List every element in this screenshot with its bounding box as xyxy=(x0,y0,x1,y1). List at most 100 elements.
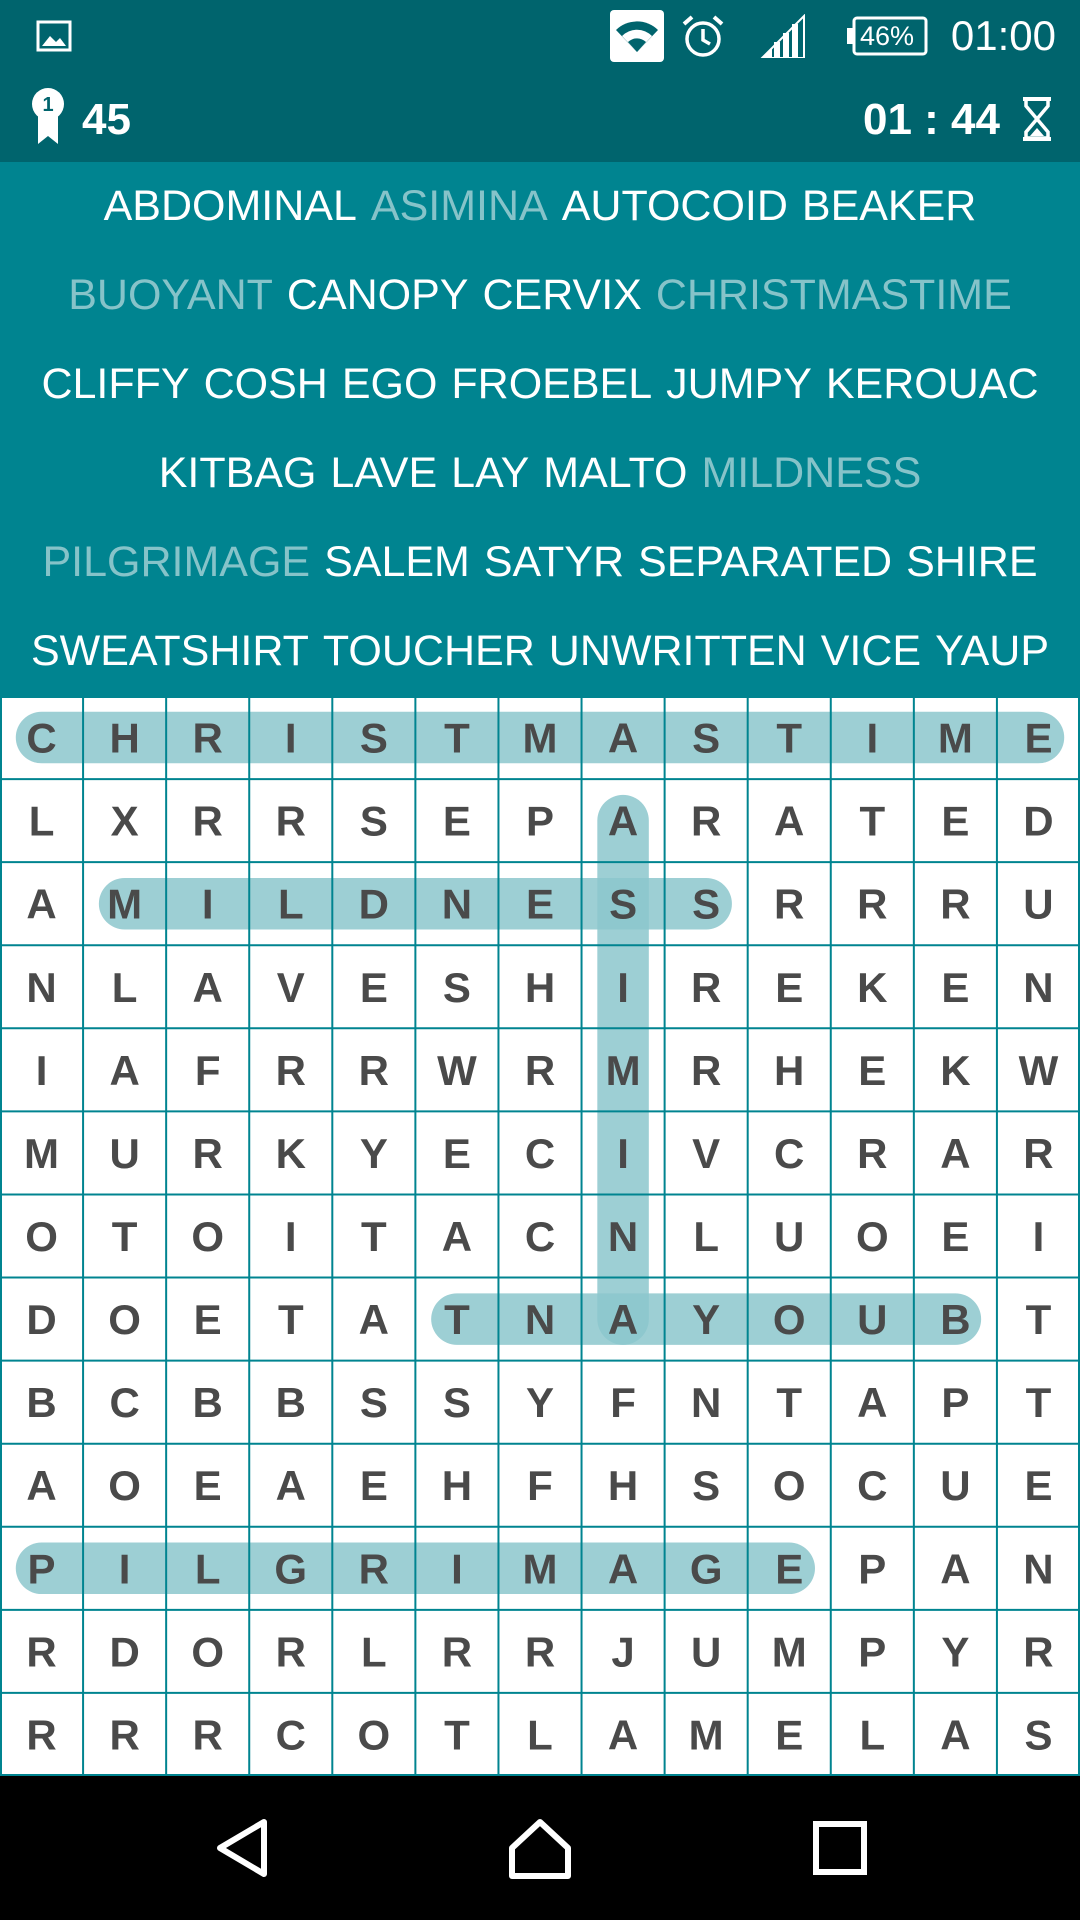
grid-letter[interactable]: X xyxy=(111,798,139,845)
grid-letter[interactable]: T xyxy=(361,1213,387,1260)
grid-letter[interactable]: D xyxy=(1023,798,1053,845)
grid-letter[interactable]: E xyxy=(941,1213,969,1260)
grid-letter[interactable]: I xyxy=(36,1047,48,1094)
grid-letter[interactable]: H xyxy=(109,715,139,762)
grid-letter[interactable]: A xyxy=(608,715,638,762)
grid-letter[interactable]: R xyxy=(276,1628,306,1675)
grid-letter[interactable]: R xyxy=(691,798,721,845)
grid-letter[interactable]: E xyxy=(941,798,969,845)
grid-letter[interactable]: E xyxy=(443,1130,471,1177)
grid-letter[interactable]: S xyxy=(692,715,720,762)
grid-letter[interactable]: M xyxy=(523,715,558,762)
grid-letter[interactable]: T xyxy=(1026,1296,1052,1343)
grid-letter[interactable]: A xyxy=(940,1711,970,1758)
grid-letter[interactable]: M xyxy=(523,1545,558,1592)
grid-letter[interactable]: N xyxy=(26,964,56,1011)
grid-letter[interactable]: S xyxy=(360,715,388,762)
grid-letter[interactable]: I xyxy=(119,1545,131,1592)
grid-letter[interactable]: U xyxy=(857,1296,887,1343)
grid-letter[interactable]: C xyxy=(525,1130,555,1177)
grid-letter[interactable]: D xyxy=(109,1628,139,1675)
grid-letter[interactable]: A xyxy=(608,1296,638,1343)
grid-letter[interactable]: K xyxy=(857,964,887,1011)
back-icon[interactable] xyxy=(206,1812,278,1884)
grid-letter[interactable]: A xyxy=(940,1130,970,1177)
grid-letter[interactable]: K xyxy=(940,1047,970,1094)
grid-letter[interactable]: R xyxy=(857,881,887,928)
grid-letter[interactable]: A xyxy=(26,881,56,928)
grid-letter[interactable]: J xyxy=(611,1628,634,1675)
grid-letter[interactable]: I xyxy=(617,964,629,1011)
grid-letter[interactable]: L xyxy=(527,1711,553,1758)
grid-letter[interactable]: R xyxy=(525,1628,555,1675)
grid-letter[interactable]: V xyxy=(692,1130,720,1177)
grid-letter[interactable]: N xyxy=(691,1379,721,1426)
grid-letter[interactable]: H xyxy=(525,964,555,1011)
grid-letter[interactable]: W xyxy=(437,1047,477,1094)
grid-letter[interactable]: R xyxy=(26,1711,56,1758)
grid-letter[interactable]: A xyxy=(608,1545,638,1592)
grid-letter[interactable]: E xyxy=(443,798,471,845)
grid-letter[interactable]: S xyxy=(609,881,637,928)
grid-letter[interactable]: F xyxy=(195,1047,221,1094)
grid-letter[interactable]: N xyxy=(525,1296,555,1343)
grid-letter[interactable]: L xyxy=(112,964,138,1011)
grid-letter[interactable]: R xyxy=(691,1047,721,1094)
grid-letter[interactable]: A xyxy=(608,798,638,845)
grid-letter[interactable]: F xyxy=(610,1379,636,1426)
grid-letter[interactable]: S xyxy=(443,964,471,1011)
grid-letter[interactable]: D xyxy=(359,881,389,928)
grid-letter[interactable]: A xyxy=(940,1545,970,1592)
grid-letter[interactable]: B xyxy=(26,1379,56,1426)
grid-letter[interactable]: L xyxy=(29,798,55,845)
grid-letter[interactable]: C xyxy=(276,1711,306,1758)
grid-letter[interactable]: M xyxy=(606,1047,641,1094)
grid-letter[interactable]: I xyxy=(1033,1213,1045,1260)
grid-letter[interactable]: M xyxy=(689,1711,724,1758)
grid-letter[interactable]: Y xyxy=(941,1628,969,1675)
grid-letter[interactable]: R xyxy=(193,1711,223,1758)
grid-letter[interactable]: O xyxy=(108,1462,141,1509)
grid-letter[interactable]: E xyxy=(941,964,969,1011)
grid-letter[interactable]: E xyxy=(360,964,388,1011)
grid-letter[interactable]: Y xyxy=(692,1296,720,1343)
grid-letter[interactable]: E xyxy=(858,1047,886,1094)
grid-letter[interactable]: A xyxy=(442,1213,472,1260)
grid-letter[interactable]: O xyxy=(108,1296,141,1343)
grid-letter[interactable]: M xyxy=(107,881,142,928)
home-icon[interactable] xyxy=(504,1812,576,1884)
grid-letter[interactable]: F xyxy=(527,1462,553,1509)
grid-letter[interactable]: A xyxy=(774,798,804,845)
grid-letter[interactable]: N xyxy=(608,1213,638,1260)
grid-letter[interactable]: R xyxy=(1023,1628,1053,1675)
grid-letter[interactable]: C xyxy=(109,1379,139,1426)
grid-letter[interactable]: O xyxy=(773,1462,806,1509)
grid-letter[interactable]: T xyxy=(444,1711,470,1758)
grid-letter[interactable]: E xyxy=(775,964,803,1011)
grid-letter[interactable]: L xyxy=(278,881,304,928)
grid-letter[interactable]: U xyxy=(109,1130,139,1177)
grid-letter[interactable]: N xyxy=(1023,1545,1053,1592)
grid-letter[interactable]: K xyxy=(276,1130,306,1177)
grid-letter[interactable]: T xyxy=(444,1296,470,1343)
grid-letter[interactable]: O xyxy=(773,1296,806,1343)
grid-letter[interactable]: O xyxy=(191,1628,224,1675)
grid-letter[interactable]: R xyxy=(442,1628,472,1675)
grid-letter[interactable]: A xyxy=(608,1711,638,1758)
grid-letter[interactable]: U xyxy=(691,1628,721,1675)
grid-letter[interactable]: E xyxy=(775,1711,803,1758)
grid-letter[interactable]: M xyxy=(938,715,973,762)
grid-letter[interactable]: E xyxy=(1024,1462,1052,1509)
grid-letter[interactable]: L xyxy=(361,1628,387,1675)
grid-letter[interactable]: H xyxy=(442,1462,472,1509)
grid-letter[interactable]: R xyxy=(857,1130,887,1177)
grid-letter[interactable]: R xyxy=(26,1628,56,1675)
grid-letter[interactable]: R xyxy=(193,798,223,845)
grid-letter[interactable]: R xyxy=(774,881,804,928)
grid-letter[interactable]: E xyxy=(1024,715,1052,762)
grid-letter[interactable]: B xyxy=(276,1379,306,1426)
grid-letter[interactable]: I xyxy=(866,715,878,762)
grid-letter[interactable]: E xyxy=(775,1545,803,1592)
letter-grid[interactable]: CHRISTMASTIMELXRRSEPARATEDAMILDNESSRRRUN… xyxy=(0,696,1080,1776)
grid-letter[interactable]: U xyxy=(774,1213,804,1260)
